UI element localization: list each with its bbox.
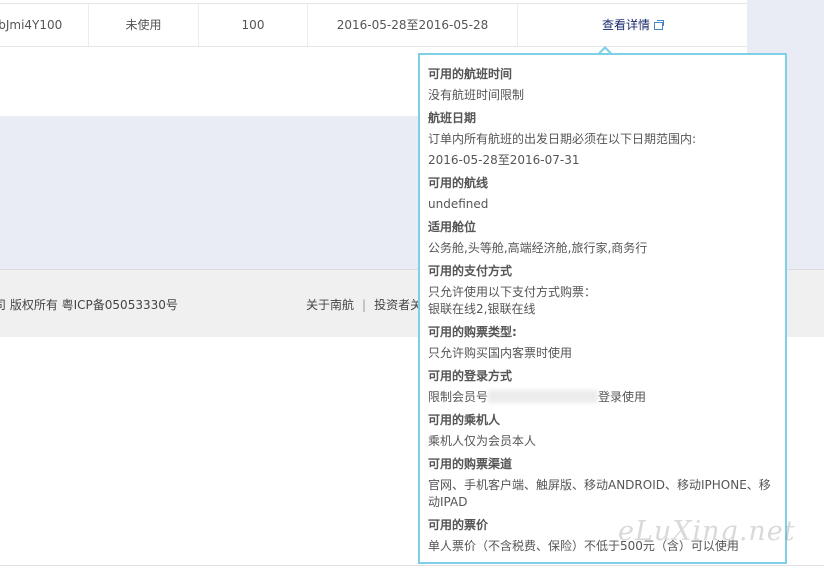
section-line: 银联在线2,银联在线	[428, 302, 536, 316]
section-line: 2016-05-28至2016-07-31	[428, 153, 580, 167]
table-row: XbJmi4Y100 未使用 100 2016-05-28至2016-05-28…	[0, 3, 747, 47]
footer-link-about[interactable]: 关于南航	[306, 298, 354, 312]
section-line: 只允许使用以下支付方式购票：	[428, 285, 597, 299]
footer-link-investors[interactable]: 投资者关	[374, 298, 422, 312]
section-line: undefined	[428, 197, 489, 211]
copyright-text: 司 版权所有 粤ICP备05053330号	[0, 298, 178, 312]
section-title: 可用的航线	[428, 176, 489, 190]
watermark: eLuXing.net	[618, 516, 796, 547]
page: XbJmi4Y100 未使用 100 2016-05-28至2016-05-28…	[0, 0, 824, 570]
section-line: 乘机人仅为会员本人	[428, 434, 537, 448]
section-body: 订单内所有航班的出发日期必须在以下日期范围内:	[428, 131, 777, 148]
section-line: 只允许购买国内客票时使用	[428, 346, 573, 360]
coupon-status: 未使用	[125, 18, 162, 32]
section-title: 可用的航班时间	[428, 67, 513, 81]
coupon-code-cell: XbJmi4Y100	[0, 4, 89, 46]
section-body: 官网、手机客户端、触屏版、移动ANDROID、移动IPHONE、移动IPAD	[428, 477, 777, 511]
coupon-amount: 100	[241, 18, 265, 32]
section-title: 可用的购票渠道	[428, 457, 513, 471]
section-body: 2016-05-28至2016-07-31	[428, 152, 777, 169]
section-title: 航班日期	[428, 111, 477, 125]
section-body: 没有航班时间限制	[428, 87, 777, 104]
detail-cell: 查看详情	[518, 4, 747, 46]
login-prefix: 限制会员号	[428, 390, 489, 404]
status-cell: 未使用	[89, 4, 199, 46]
validity-cell: 2016-05-28至2016-05-28	[308, 4, 518, 46]
divider	[0, 565, 824, 566]
section-body: 乘机人仅为会员本人	[428, 433, 777, 450]
view-details-link[interactable]: 查看详情	[602, 18, 650, 32]
section-line: 没有航班时间限制	[428, 88, 525, 102]
section-title: 可用的登录方式	[428, 369, 513, 383]
redacted-member-number	[488, 390, 599, 403]
section-body: undefined	[428, 196, 777, 213]
footer-separator: |	[362, 298, 367, 312]
section-title: 可用的购票类型:	[428, 325, 517, 339]
coupon-validity: 2016-05-28至2016-05-28	[336, 18, 489, 32]
section-body: 限制会员号 登录使用	[428, 389, 777, 406]
coupon-detail-popup: 可用的航班时间 没有航班时间限制 航班日期 订单内所有航班的出发日期必须在以下日…	[418, 53, 787, 564]
section-line: 公务舱,头等舱,高端经济舱,旅行家,商务行	[428, 241, 648, 255]
section-line: 限制会员号 登录使用	[428, 389, 777, 406]
amount-cell: 100	[199, 4, 308, 46]
section-body: 只允许购买国内客票时使用	[428, 345, 777, 362]
footer-links: 关于南航 | 投资者关	[306, 296, 422, 313]
section-line: 订单内所有航班的出发日期必须在以下日期范围内:	[428, 132, 697, 146]
section-body: 只允许使用以下支付方式购票： 银联在线2,银联在线	[428, 284, 777, 318]
coupon-code: XbJmi4Y100	[0, 18, 63, 32]
section-body: 公务舱,头等舱,高端经济舱,旅行家,商务行	[428, 240, 777, 257]
section-title: 可用的支付方式	[428, 264, 513, 278]
login-suffix: 登录使用	[598, 390, 647, 404]
section-title: 适用舱位	[428, 220, 477, 234]
section-title: 可用的乘机人	[428, 413, 501, 427]
section-line: 官网、手机客户端、触屏版、移动ANDROID、移动IPHONE、移动IPAD	[428, 478, 771, 509]
external-link-icon[interactable]	[654, 20, 664, 30]
